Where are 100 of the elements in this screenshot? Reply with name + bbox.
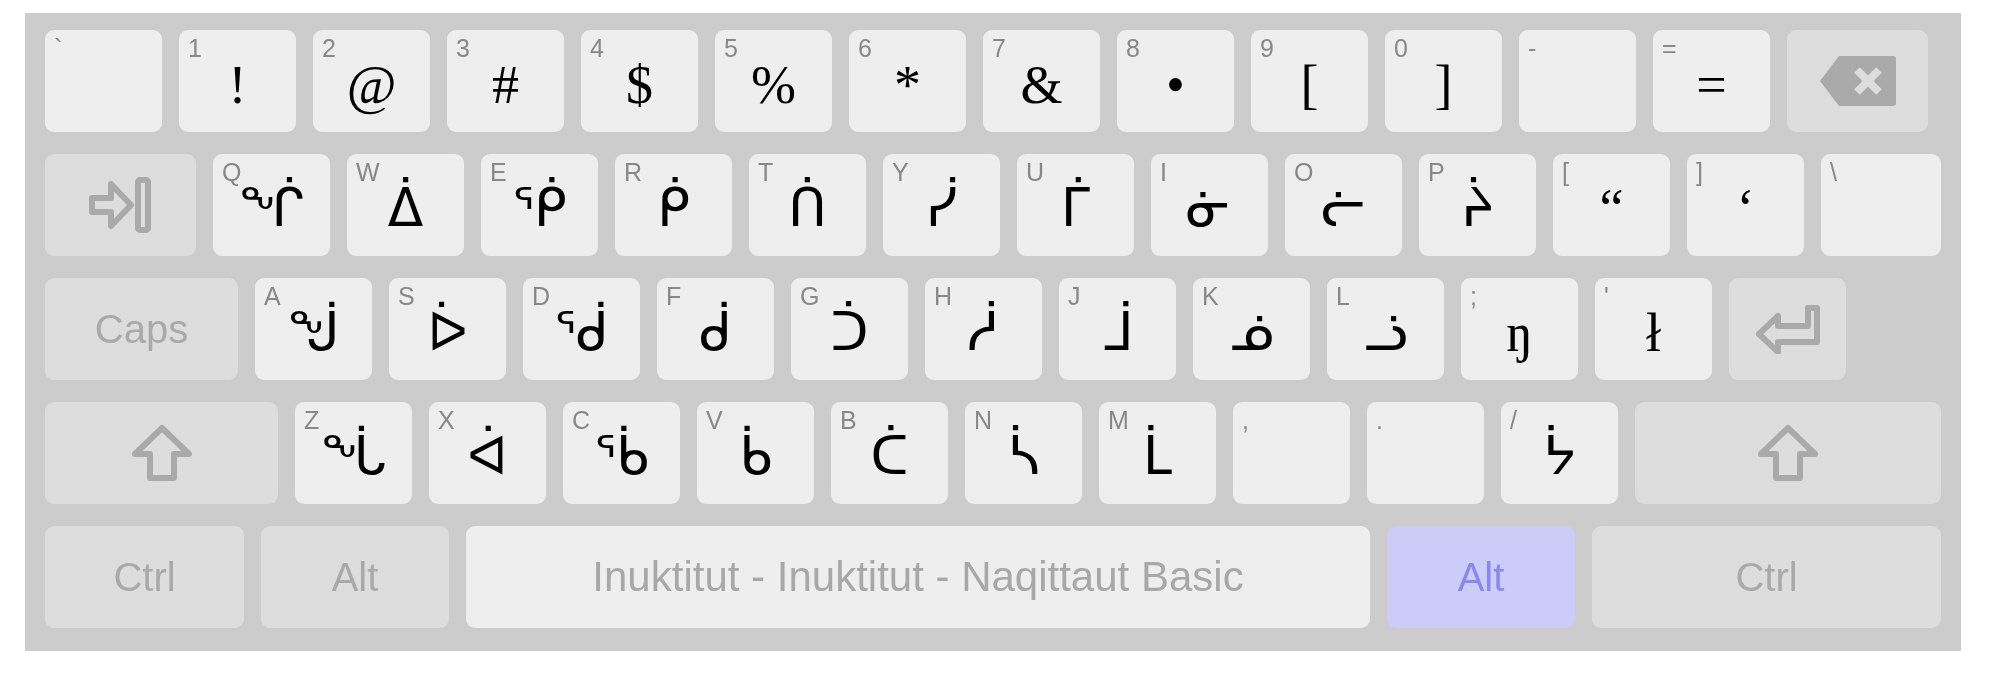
- shift-icon: [1757, 424, 1819, 482]
- keyboard-key[interactable]: 0 ]: [1385, 30, 1502, 132]
- key-character: •: [1165, 53, 1186, 117]
- key-legend: D: [532, 284, 551, 309]
- keyboard-key[interactable]: 4 $: [581, 30, 698, 132]
- key-character: ᑮ: [656, 176, 691, 241]
- key-legend: T: [758, 160, 774, 185]
- key-legend: F: [666, 284, 682, 309]
- keyboard-key[interactable]: 2 @: [313, 30, 430, 132]
- keyboard-key[interactable]: 9 [: [1251, 30, 1368, 132]
- keyboard-key[interactable]: 1 !: [179, 30, 296, 132]
- keyboard-key[interactable]: O ᓖ: [1285, 154, 1402, 256]
- key-legend: -: [1528, 36, 1537, 61]
- keyboard-key[interactable]: R ᑮ: [615, 154, 732, 256]
- key-legend: O: [1294, 160, 1314, 185]
- keyboard-key[interactable]: ; ŋ: [1461, 278, 1578, 380]
- keyboard-key[interactable]: 5 %: [715, 30, 832, 132]
- key-legend: 7: [992, 36, 1006, 61]
- key-character: ᑑ: [829, 300, 870, 365]
- key-legend: 2: [322, 36, 336, 61]
- keyboard-key[interactable]: ' ł: [1595, 278, 1712, 380]
- shift-key[interactable]: [45, 402, 278, 504]
- key-character: ł: [1645, 301, 1662, 365]
- key-character: ŋ: [1505, 301, 1534, 365]
- keyboard-key[interactable]: P ᔩ: [1419, 154, 1536, 256]
- keyboard-key[interactable]: E ᖀ: [481, 154, 598, 256]
- enter-key[interactable]: [1729, 278, 1846, 380]
- key-legend: Y: [892, 160, 909, 185]
- key-character: ]: [1433, 53, 1454, 117]
- keyboard-key[interactable]: N ᓵ: [965, 402, 1082, 504]
- keyboard-key[interactable]: A ᖒ: [255, 278, 372, 380]
- key-character: #: [491, 53, 520, 117]
- key-character: ᓖ: [1320, 177, 1367, 241]
- key-character: “: [1598, 177, 1625, 241]
- key-legend: =: [1662, 36, 1677, 61]
- key-legend: M: [1108, 408, 1129, 433]
- keyboard-key[interactable]: H ᓲ: [925, 278, 1042, 380]
- keyboard-key[interactable]: J ᒨ: [1059, 278, 1176, 380]
- keyboard-key[interactable]: D ᖂ: [523, 278, 640, 380]
- key-legend: P: [1428, 160, 1445, 185]
- key-character: ᔩ: [1460, 176, 1495, 241]
- key-legend: H: [934, 284, 953, 309]
- keyboard-key[interactable]: L ᓘ: [1327, 278, 1444, 380]
- keyboard-key[interactable]: 7 &: [983, 30, 1100, 132]
- keyboard-key[interactable]: V ᑳ: [697, 402, 814, 504]
- keyboard-key[interactable]: K ᓅ: [1193, 278, 1310, 380]
- key-legend: S: [398, 284, 415, 309]
- key-legend: B: [840, 408, 857, 433]
- shift-key[interactable]: [1635, 402, 1941, 504]
- keyboard-key[interactable]: ] ‘: [1687, 154, 1804, 256]
- keyboard-key[interactable]: W ᐄ: [347, 154, 464, 256]
- key-character: [: [1299, 53, 1320, 117]
- key-character: ᖔ: [319, 424, 388, 489]
- key-character: ᖂ: [553, 300, 610, 365]
- key-character: *: [893, 53, 922, 117]
- keyboard-key[interactable]: [ “: [1553, 154, 1670, 256]
- key-character: !: [227, 53, 248, 117]
- keyboard-key[interactable]: C ᖄ: [563, 402, 680, 504]
- key-legend: R: [624, 160, 643, 185]
- key-legend: 1: [188, 36, 202, 61]
- key-character: ᐋ: [466, 424, 509, 489]
- keyboard-key[interactable]: T ᑏ: [749, 154, 866, 256]
- backspace-key[interactable]: [1787, 30, 1928, 132]
- keyboard-key[interactable]: G ᑑ: [791, 278, 908, 380]
- keyboard-key[interactable]: M ᒫ: [1099, 402, 1216, 504]
- keyboard-key[interactable]: B ᑖ: [831, 402, 948, 504]
- key-legend: G: [800, 284, 820, 309]
- keyboard-key[interactable]: S ᐆ: [389, 278, 506, 380]
- keyboard-key[interactable]: I ᓃ: [1151, 154, 1268, 256]
- keyboard-key[interactable]: Q ᖐ: [213, 154, 330, 256]
- key-character: $: [625, 53, 654, 117]
- keyboard-key[interactable]: / ᔮ: [1501, 402, 1618, 504]
- key-legend: 9: [1260, 36, 1274, 61]
- keyboard-key[interactable]: U ᒦ: [1017, 154, 1134, 256]
- keyboard-key[interactable]: 3 #: [447, 30, 564, 132]
- key-legend: ': [1604, 284, 1609, 309]
- key-legend: W: [356, 160, 380, 185]
- key-character: &: [1019, 53, 1064, 117]
- keyboard-key[interactable]: Y ᓰ: [883, 154, 1000, 256]
- tab-key[interactable]: [45, 154, 196, 256]
- keyboard-key[interactable]: 6 *: [849, 30, 966, 132]
- key-legend: ;: [1470, 284, 1477, 309]
- key-character: @: [345, 53, 398, 117]
- key-character: ᓵ: [1006, 424, 1041, 489]
- key-character: ᑖ: [869, 424, 910, 489]
- keyboard-key[interactable]: F ᑰ: [657, 278, 774, 380]
- keyboard-key[interactable]: 8 •: [1117, 30, 1234, 132]
- key-legend: ]: [1696, 160, 1703, 185]
- key-legend: E: [490, 160, 507, 185]
- key-legend: [: [1562, 160, 1569, 185]
- keyboard-key[interactable]: X ᐋ: [429, 402, 546, 504]
- key-character: ᓰ: [924, 176, 959, 241]
- key-character: ᐄ: [386, 176, 425, 241]
- key-legend: \: [1830, 160, 1837, 185]
- key-character: ᑰ: [698, 300, 733, 365]
- key-character: =: [1695, 53, 1728, 117]
- key-character: ᓅ: [1228, 301, 1275, 365]
- key-character: ᔮ: [1542, 424, 1577, 489]
- keyboard-key[interactable]: = =: [1653, 30, 1770, 132]
- keyboard-key[interactable]: Z ᖔ: [295, 402, 412, 504]
